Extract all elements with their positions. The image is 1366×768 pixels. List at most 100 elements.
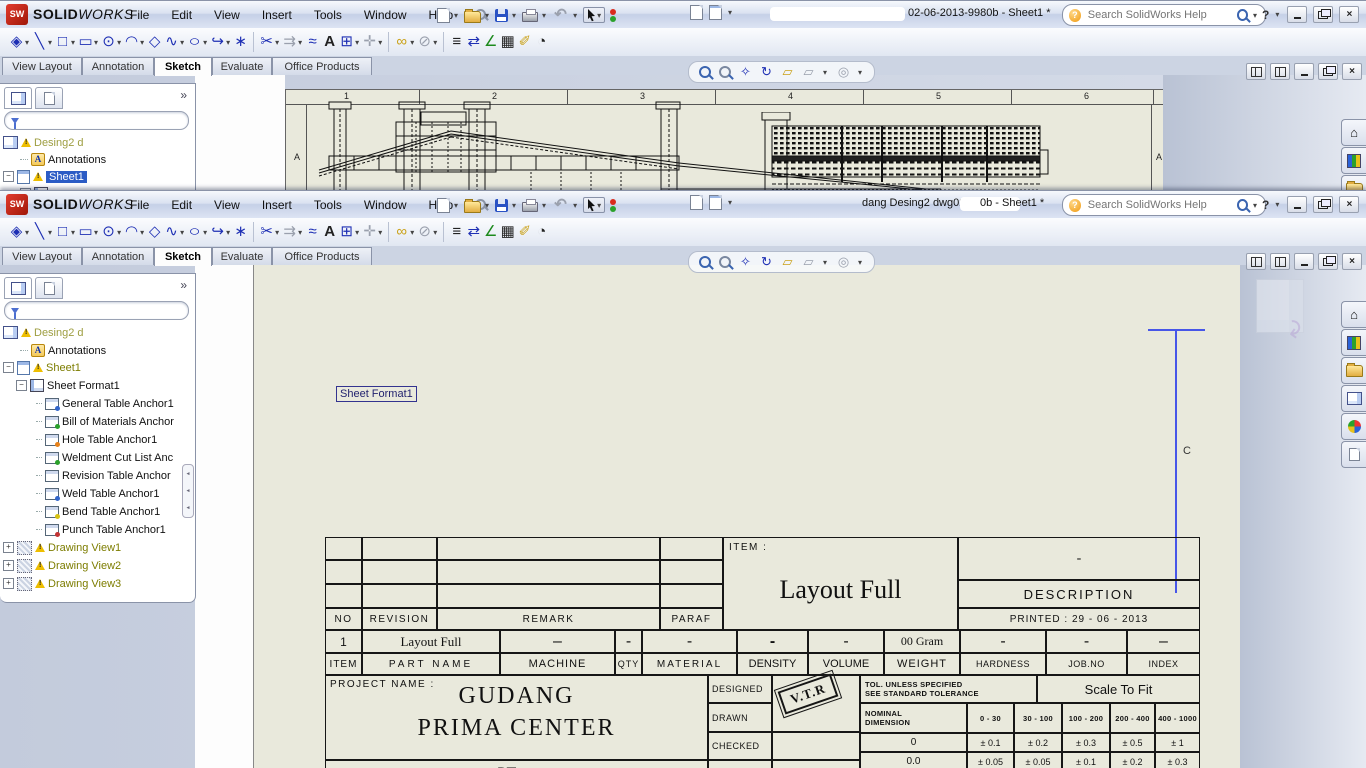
help-dropdown[interactable]: ▾ (1275, 10, 1279, 19)
tab-office-products[interactable]: Office Products (272, 57, 372, 75)
titlebar[interactable]: SW SOLIDWORKS File Edit View Insert Tool… (0, 191, 1366, 219)
quick-snaps-icon[interactable]: ≡ (448, 31, 465, 53)
grid-icon[interactable]: ▦ (499, 31, 516, 53)
circle-icon[interactable]: ⊙ (100, 31, 117, 53)
properties-icon[interactable] (690, 195, 703, 210)
undo-dropdown[interactable]: ▾ (573, 11, 577, 20)
restore-button[interactable] (1313, 196, 1333, 213)
sketch-icon[interactable]: ◈ (8, 31, 25, 53)
custom-properties-icon[interactable] (1341, 441, 1366, 468)
close-button[interactable]: × (1339, 196, 1359, 213)
rectangle-icon[interactable]: □ (54, 221, 71, 243)
new-document-icon[interactable] (437, 198, 450, 213)
search-dropdown[interactable]: ▾ (1253, 11, 1257, 20)
save-icon[interactable] (495, 199, 508, 212)
pane-split-right-icon[interactable] (1270, 253, 1290, 270)
menu-file[interactable]: File (130, 8, 149, 22)
section-icon[interactable]: ◔ (533, 221, 550, 243)
new-dropdown[interactable]: ▾ (454, 11, 458, 20)
tab-view-layout[interactable]: View Layout (2, 247, 82, 265)
linear-pattern-icon[interactable]: ⊞ (338, 31, 355, 53)
save-dropdown[interactable]: ▾ (512, 11, 516, 20)
tree-item-hole-table-anchor[interactable]: Hole Table Anchor1 (36, 431, 157, 448)
display-pane-dropdown[interactable]: ▾ (728, 198, 732, 207)
display-pane-dropdown[interactable]: ▾ (728, 8, 732, 17)
titlebar[interactable]: SW SOLIDWORKS File Edit View Insert Tool… (0, 1, 1366, 29)
rectangle-icon[interactable]: □ (54, 31, 71, 53)
file-explorer-icon[interactable] (1341, 175, 1366, 191)
undo-dropdown[interactable]: ▾ (573, 201, 577, 210)
tree-filter-input[interactable] (4, 111, 189, 130)
ellipse-icon[interactable]: ○ (183, 221, 206, 243)
menu-window[interactable]: Window (364, 8, 407, 22)
display-relations-icon[interactable]: ∞ (393, 31, 410, 53)
fillet-icon[interactable]: ↪ (209, 31, 226, 53)
graphics-area[interactable]: ✧ ↻ ▱ ▱▾ ◎▾ × ↷ ⌂ Sheet Format1 (0, 265, 1366, 768)
search-input[interactable] (1086, 8, 1232, 22)
polygon-icon[interactable]: ◇ (146, 31, 163, 53)
panel-flyout-handle[interactable]: ◄ ◄ ◄ (182, 464, 194, 518)
line-icon[interactable]: ╲ (31, 221, 48, 243)
save-dropdown[interactable]: ▾ (512, 201, 516, 210)
help-icon[interactable]: ? (1262, 8, 1269, 22)
undo-icon[interactable]: ↶ (552, 194, 569, 216)
display-relations-icon[interactable]: ∞ (393, 221, 410, 243)
menu-tools[interactable]: Tools (314, 198, 342, 212)
minimize-button[interactable] (1287, 196, 1307, 213)
open-dropdown[interactable]: ▾ (485, 11, 489, 20)
tree-item-drawing-view2[interactable]: Drawing View2 (3, 557, 121, 574)
display-pane-icon[interactable] (709, 5, 722, 20)
traffic-light-icon[interactable] (609, 198, 617, 213)
tree-item-revision-table-anchor[interactable]: Revision Table Anchor (36, 467, 171, 484)
search-box[interactable]: ? ▾ (1062, 4, 1266, 26)
move-entities-icon[interactable]: ✛ (361, 221, 378, 243)
tree-item-general-table-anchor[interactable]: General Table Anchor1 (36, 395, 174, 412)
new-dropdown[interactable]: ▾ (454, 201, 458, 210)
panel-expand-chevron[interactable]: » (180, 278, 187, 292)
angle-icon[interactable]: ∠ (482, 221, 499, 243)
point-icon[interactable]: ∗ (232, 31, 249, 53)
menu-edit[interactable]: Edit (171, 8, 192, 22)
3d-drawing-view-icon[interactable]: ▱ (781, 61, 794, 83)
tab-office-products[interactable]: Office Products (272, 247, 372, 265)
propertymanager-tab[interactable] (35, 87, 63, 109)
drawing-view2-truss-elevation[interactable] (756, 112, 1051, 191)
tree-item-sheet-format[interactable]: Sheet Format1 (16, 377, 120, 394)
menu-view[interactable]: View (214, 8, 240, 22)
spline-icon[interactable]: ∿ (163, 221, 180, 243)
resources-home-icon[interactable]: ⌂ (1341, 301, 1366, 328)
panel-expand-chevron[interactable]: » (180, 88, 187, 102)
flip-icon[interactable]: ⇄ (465, 221, 482, 243)
polygon-icon[interactable]: ◇ (146, 221, 163, 243)
save-icon[interactable] (495, 9, 508, 22)
display-style-icon[interactable]: ◎ (837, 251, 850, 273)
search-icon[interactable] (1237, 199, 1248, 211)
print-dropdown[interactable]: ▾ (542, 201, 546, 210)
properties-icon[interactable] (690, 5, 703, 20)
convert-entities-icon[interactable]: ⇉ (281, 221, 298, 243)
search-box[interactable]: ? ▾ (1062, 194, 1266, 216)
file-explorer-icon[interactable] (1341, 357, 1366, 384)
rotate-view-icon[interactable]: ↻ (760, 251, 773, 273)
expand-box[interactable] (3, 542, 14, 553)
quick-snaps-icon[interactable]: ≡ (448, 221, 465, 243)
point-icon[interactable]: ∗ (232, 221, 249, 243)
search-icon[interactable] (1237, 9, 1248, 21)
doc-restore-button[interactable] (1318, 253, 1338, 270)
view-orientation-icon[interactable]: ▱ (802, 61, 815, 83)
design-library-icon[interactable] (1341, 147, 1366, 174)
line-icon[interactable]: ╲ (31, 31, 48, 53)
search-input[interactable] (1086, 198, 1232, 212)
tree-root-item[interactable]: Desing2 d (3, 324, 142, 341)
trim-entities-icon[interactable]: ✂ (258, 221, 275, 243)
angle-icon[interactable]: ∠ (482, 31, 499, 53)
previous-view-icon[interactable]: ✧ (739, 61, 752, 83)
help-icon[interactable]: ? (1262, 198, 1269, 212)
circle-icon[interactable]: ⊙ (100, 221, 117, 243)
appearances-icon[interactable] (1341, 413, 1366, 440)
collapse-box[interactable] (3, 171, 14, 182)
tree-item-punch-table-anchor[interactable]: Punch Table Anchor1 (36, 521, 166, 538)
tab-evaluate[interactable]: Evaluate (212, 57, 272, 75)
restore-button[interactable] (1313, 6, 1333, 23)
sketch-icon[interactable]: ◈ (8, 221, 25, 243)
